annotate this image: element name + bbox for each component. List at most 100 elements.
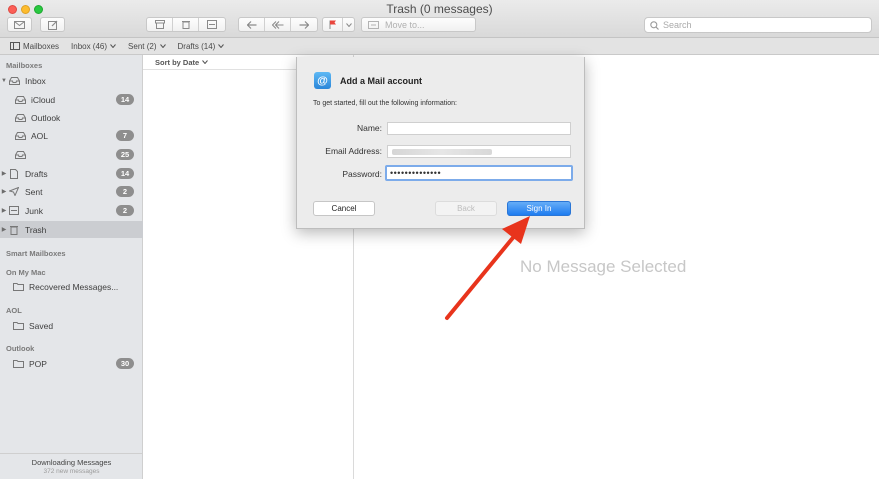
no-message-selected-text: No Message Selected [520, 257, 687, 276]
forward-button[interactable] [291, 18, 317, 31]
favorites-inbox-button[interactable]: Inbox (46) [71, 42, 116, 51]
disclosure-open-icon: ▼ [1, 77, 7, 84]
paper-plane-icon [8, 187, 20, 197]
favorites-bar: Mailboxes Inbox (46) Sent (2) Drafts (14… [0, 38, 879, 55]
window-toolbar: Trash (0 messages) Move to... Search [0, 0, 879, 38]
disclosure-closed-icon: ▶ [1, 227, 7, 233]
junk-button[interactable] [199, 18, 225, 31]
sidebar-heading-mailboxes: Mailboxes [6, 61, 43, 70]
disclosure-closed-icon: ▶ [1, 189, 7, 195]
trash-icon [8, 225, 20, 235]
unread-badge: 7 [116, 130, 134, 141]
search-placeholder: Search [663, 20, 692, 30]
forward-icon [299, 20, 309, 29]
unread-badge: 14 [116, 94, 134, 105]
sidebar-item-sent[interactable]: ▶ Sent 2 [0, 183, 143, 200]
favorites-mailboxes-button[interactable]: Mailboxes [10, 42, 59, 51]
sidebar-heading-aol: AOL [6, 306, 22, 315]
email-label: Email Address: [325, 146, 382, 156]
search-icon [650, 20, 659, 30]
search-input[interactable]: Search [644, 17, 872, 33]
chevron-down-icon [202, 60, 209, 64]
sidebar-item-drafts[interactable]: ▶ Drafts 14 [0, 165, 143, 182]
move-to-button[interactable]: Move to... [361, 17, 476, 32]
status-sub-text: 372 new messages [43, 468, 100, 475]
move-to-icon [368, 20, 379, 29]
sidebar-heading-smart-mailboxes: Smart Mailboxes [6, 249, 66, 258]
window-title: Trash (0 messages) [386, 2, 493, 16]
compose-icon [47, 20, 57, 30]
email-field[interactable] [387, 145, 571, 158]
flag-group [322, 17, 355, 32]
password-field[interactable]: •••••••••••••• [385, 165, 573, 181]
compose-button[interactable] [40, 17, 65, 32]
sidebar-item-icloud[interactable]: iCloud 14 [0, 91, 143, 108]
sidebar-toggle-icon [10, 42, 20, 50]
archive-button[interactable] [147, 18, 173, 31]
sidebar-item-inbox[interactable]: ▼ Inbox [0, 72, 143, 89]
folder-icon [12, 359, 24, 369]
sidebar-item-unnamed-inbox[interactable]: 25 [0, 146, 143, 163]
inbox-icon [14, 95, 26, 105]
chevron-down-icon [218, 44, 225, 48]
junk-icon [207, 20, 217, 29]
favorites-sent-button[interactable]: Sent (2) [128, 42, 166, 51]
inbox-icon [14, 113, 26, 123]
unread-badge: 30 [116, 358, 134, 369]
sidebar-item-pop[interactable]: POP 30 [0, 355, 143, 372]
envelope-icon [14, 20, 25, 29]
folder-icon [12, 321, 24, 331]
redacted-email [392, 149, 492, 155]
favorites-drafts-button[interactable]: Drafts (14) [178, 42, 225, 51]
reply-all-button[interactable] [265, 18, 291, 31]
junk-icon [8, 206, 20, 216]
flag-menu-button[interactable] [343, 18, 354, 31]
sidebar-item-saved[interactable]: Saved [0, 317, 143, 334]
sidebar-item-recovered-messages[interactable]: Recovered Messages... [0, 278, 143, 295]
archive-delete-junk-group [146, 17, 226, 32]
chevron-down-icon [345, 22, 352, 27]
inbox-icon [14, 150, 26, 160]
dialog-title: Add a Mail account [340, 76, 423, 86]
reply-forward-group [238, 17, 318, 32]
flag-button[interactable] [323, 18, 343, 31]
reply-button[interactable] [239, 18, 265, 31]
delete-button[interactable] [173, 18, 199, 31]
get-mail-button[interactable] [7, 17, 32, 32]
unread-badge: 2 [116, 205, 134, 216]
inbox-icon [8, 76, 20, 86]
mail-account-at-icon: @ [314, 72, 331, 89]
sidebar-heading-outlook: Outlook [6, 344, 35, 353]
sidebar-item-outlook[interactable]: Outlook [0, 109, 143, 126]
sidebar-item-junk[interactable]: ▶ Junk 2 [0, 202, 143, 219]
inbox-icon [14, 131, 26, 141]
disclosure-closed-icon: ▶ [1, 208, 7, 214]
sign-in-button[interactable]: Sign In [507, 201, 571, 216]
unread-badge: 14 [116, 168, 134, 179]
name-label: Name: [356, 123, 382, 133]
back-button[interactable]: Back [435, 201, 497, 216]
move-to-label: Move to... [385, 19, 425, 30]
mailbox-sidebar: Mailboxes ▼ Inbox iCloud 14 Outlook AOL … [0, 55, 143, 479]
unread-badge: 2 [116, 186, 134, 197]
chevron-down-icon [110, 44, 116, 48]
dialog-description: To get started, fill out the following i… [313, 100, 457, 107]
trash-icon [181, 21, 190, 29]
flag-icon [329, 20, 336, 29]
cancel-button[interactable]: Cancel [313, 201, 375, 216]
password-label: Password: [342, 169, 382, 179]
reply-all-icon [271, 20, 283, 29]
activity-status: Downloading Messages 372 new messages [0, 453, 143, 479]
reply-icon [246, 20, 256, 29]
sidebar-heading-on-my-mac: On My Mac [6, 268, 46, 277]
disclosure-closed-icon: ▶ [1, 171, 7, 177]
chevron-down-icon [159, 44, 166, 48]
folder-icon [12, 282, 24, 292]
archive-icon [154, 20, 165, 29]
status-main-text: Downloading Messages [31, 458, 112, 467]
name-field[interactable] [387, 122, 571, 135]
sidebar-item-trash[interactable]: ▶ Trash [0, 221, 143, 238]
sidebar-item-aol[interactable]: AOL 7 [0, 127, 143, 144]
unread-badge: 25 [116, 149, 134, 160]
document-icon [8, 168, 20, 179]
